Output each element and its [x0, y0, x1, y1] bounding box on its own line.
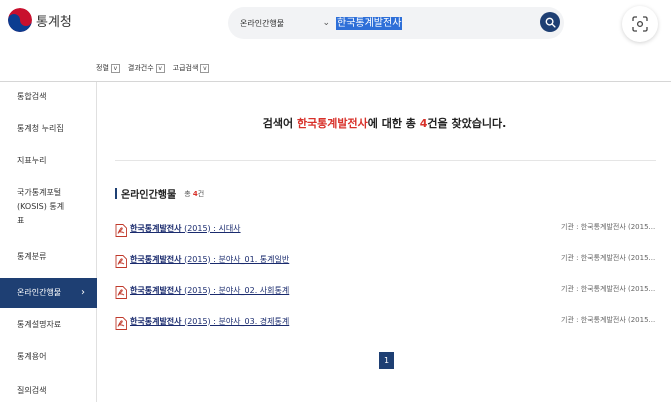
filter-row: 정렬 v 결과건수 v 고급검색 v: [96, 60, 210, 76]
page: { "header": { "logo_text": "통계청", "searc…: [0, 0, 671, 402]
chevron-right-icon: ›: [81, 287, 85, 298]
result-link-keyword: 한국통계발전사: [130, 316, 182, 326]
result-count-filter[interactable]: 결과건수 v: [128, 63, 165, 73]
result-link[interactable]: 한국통계발전사 (2015) : 분야사_03. 경제통계: [130, 316, 289, 327]
sidebar-item-online-publications[interactable]: 온라인간행물 ›: [0, 278, 97, 308]
result-count-filter-label: 결과건수: [127, 64, 154, 72]
sidebar-item-label: 온라인간행물: [17, 288, 62, 297]
sidebar-item-classification[interactable]: 통계분류: [0, 250, 97, 264]
search-scope-select[interactable]: 온라인간행물 ⌄: [240, 18, 330, 29]
advanced-search-filter-label: 고급검색: [172, 64, 199, 72]
advanced-search-filter[interactable]: 고급검색 v: [173, 63, 210, 73]
section-count: 총 4건: [184, 189, 204, 199]
section-heading: 온라인간행물 총 4건: [115, 186, 204, 201]
result-prefix: 검색어: [262, 117, 297, 130]
chevron-down-icon: v: [200, 63, 210, 73]
result-summary: 검색어 한국통계발전사에 대한 총 4건을 찾았습니다.: [98, 115, 671, 131]
sidebar-item-explanation[interactable]: 통계설명자료: [0, 318, 97, 332]
pdf-file-icon: [115, 284, 127, 299]
result-link-rest: (2015) : 분야사_03. 경제통계: [181, 316, 290, 326]
section-title: 온라인간행물: [121, 190, 177, 201]
sort-filter-label: 정렬: [96, 64, 109, 72]
result-link-rest: (2015) : 분야사_02. 사회통계: [181, 285, 290, 295]
result-link[interactable]: 한국통계발전사 (2015) : 분야사_01. 통계일반: [130, 254, 289, 265]
search-scope-label: 온라인간행물: [240, 18, 285, 28]
sidebar-item-label: 통계용어: [17, 352, 47, 361]
scan-button[interactable]: [622, 6, 658, 42]
result-link-keyword: 한국통계발전사: [130, 285, 182, 295]
page-button-current[interactable]: 1: [379, 352, 394, 369]
list-item: 한국통계발전사 (2015) : 분야사_01. 통계일반 기관 : 한국통계발…: [115, 251, 671, 268]
sidebar-item-kosis[interactable]: 국가통계포털 (KOSIS) 통계 표: [0, 186, 97, 228]
list-item: 한국통계발전사 (2015) : 분야사_03. 경제통계 기관 : 한국통계발…: [115, 313, 671, 330]
pdf-file-icon: [115, 253, 127, 268]
logo[interactable]: 통계청: [8, 8, 72, 32]
header: 통계청 온라인간행물 ⌄ 한국통계발전사: [0, 0, 671, 52]
search-button[interactable]: [540, 12, 560, 32]
sidebar-item-label: 국가통계포털 (KOSIS) 통계 표: [17, 188, 65, 225]
scan-icon: [632, 16, 648, 32]
sidebar-item-glossary[interactable]: 통계용어: [0, 350, 97, 364]
section-count-unit: 건: [197, 189, 205, 198]
divider: [0, 81, 671, 82]
result-link[interactable]: 한국통계발전사 (2015) : 시대사: [130, 223, 241, 234]
sidebar: 통합검색 통계청 누리집 지표누리 국가통계포털 (KOSIS) 통계 표 통계…: [0, 82, 97, 402]
divider: [115, 160, 656, 161]
pdf-file-icon: [115, 315, 127, 330]
result-link-keyword: 한국통계발전사: [130, 254, 182, 264]
result-source: 기관 : 한국통계발전사 (2015...: [561, 223, 656, 231]
search-bar: 온라인간행물 ⌄ 한국통계발전사: [228, 7, 564, 39]
sidebar-item-label: 통계청 누리집: [17, 124, 64, 133]
sort-filter[interactable]: 정렬 v: [96, 63, 120, 73]
taegeuk-logo-icon: [8, 8, 32, 32]
pdf-file-icon: [115, 222, 127, 237]
chevron-down-icon: v: [110, 63, 120, 73]
result-suffix: 건을 찾았습니다.: [427, 117, 507, 130]
sidebar-item-label: 통합검색: [17, 92, 47, 101]
section-marker: [115, 188, 117, 199]
result-middle: 에 대한 총: [367, 117, 420, 130]
result-source: 기관 : 한국통계발전사 (2015...: [561, 254, 656, 262]
search-input[interactable]: 한국통계발전사: [336, 16, 403, 30]
sidebar-item-integrated-search[interactable]: 통합검색: [0, 90, 97, 104]
sidebar-item-label: 지표누리: [17, 156, 47, 165]
list-item: 한국통계발전사 (2015) : 분야사_02. 사회통계 기관 : 한국통계발…: [115, 282, 671, 299]
sidebar-item-label: 질의검색: [17, 386, 47, 395]
result-source: 기관 : 한국통계발전사 (2015...: [561, 316, 656, 324]
result-link-keyword: 한국통계발전사: [130, 223, 182, 233]
sidebar-item-query-search[interactable]: 질의검색: [0, 384, 97, 398]
search-icon: [545, 17, 556, 28]
logo-text: 통계청: [36, 14, 72, 30]
sidebar-item-homepage[interactable]: 통계청 누리집: [0, 122, 97, 136]
list-item: 한국통계발전사 (2015) : 시대사 기관 : 한국통계발전사 (2015.…: [115, 220, 671, 237]
chevron-down-icon: ⌄: [322, 18, 330, 28]
result-link[interactable]: 한국통계발전사 (2015) : 분야사_02. 사회통계: [130, 285, 289, 296]
chevron-down-icon: v: [155, 63, 165, 73]
section-count-prefix: 총: [184, 189, 191, 198]
result-link-rest: (2015) : 분야사_01. 통계일반: [181, 254, 290, 264]
sidebar-item-indicators[interactable]: 지표누리: [0, 154, 97, 168]
result-link-rest: (2015) : 시대사: [181, 223, 241, 233]
sidebar-item-label: 통계분류: [17, 252, 47, 261]
result-source: 기관 : 한국통계발전사 (2015...: [561, 285, 656, 293]
sidebar-item-label: 통계설명자료: [17, 320, 62, 329]
result-keyword: 한국통계발전사: [296, 117, 368, 130]
